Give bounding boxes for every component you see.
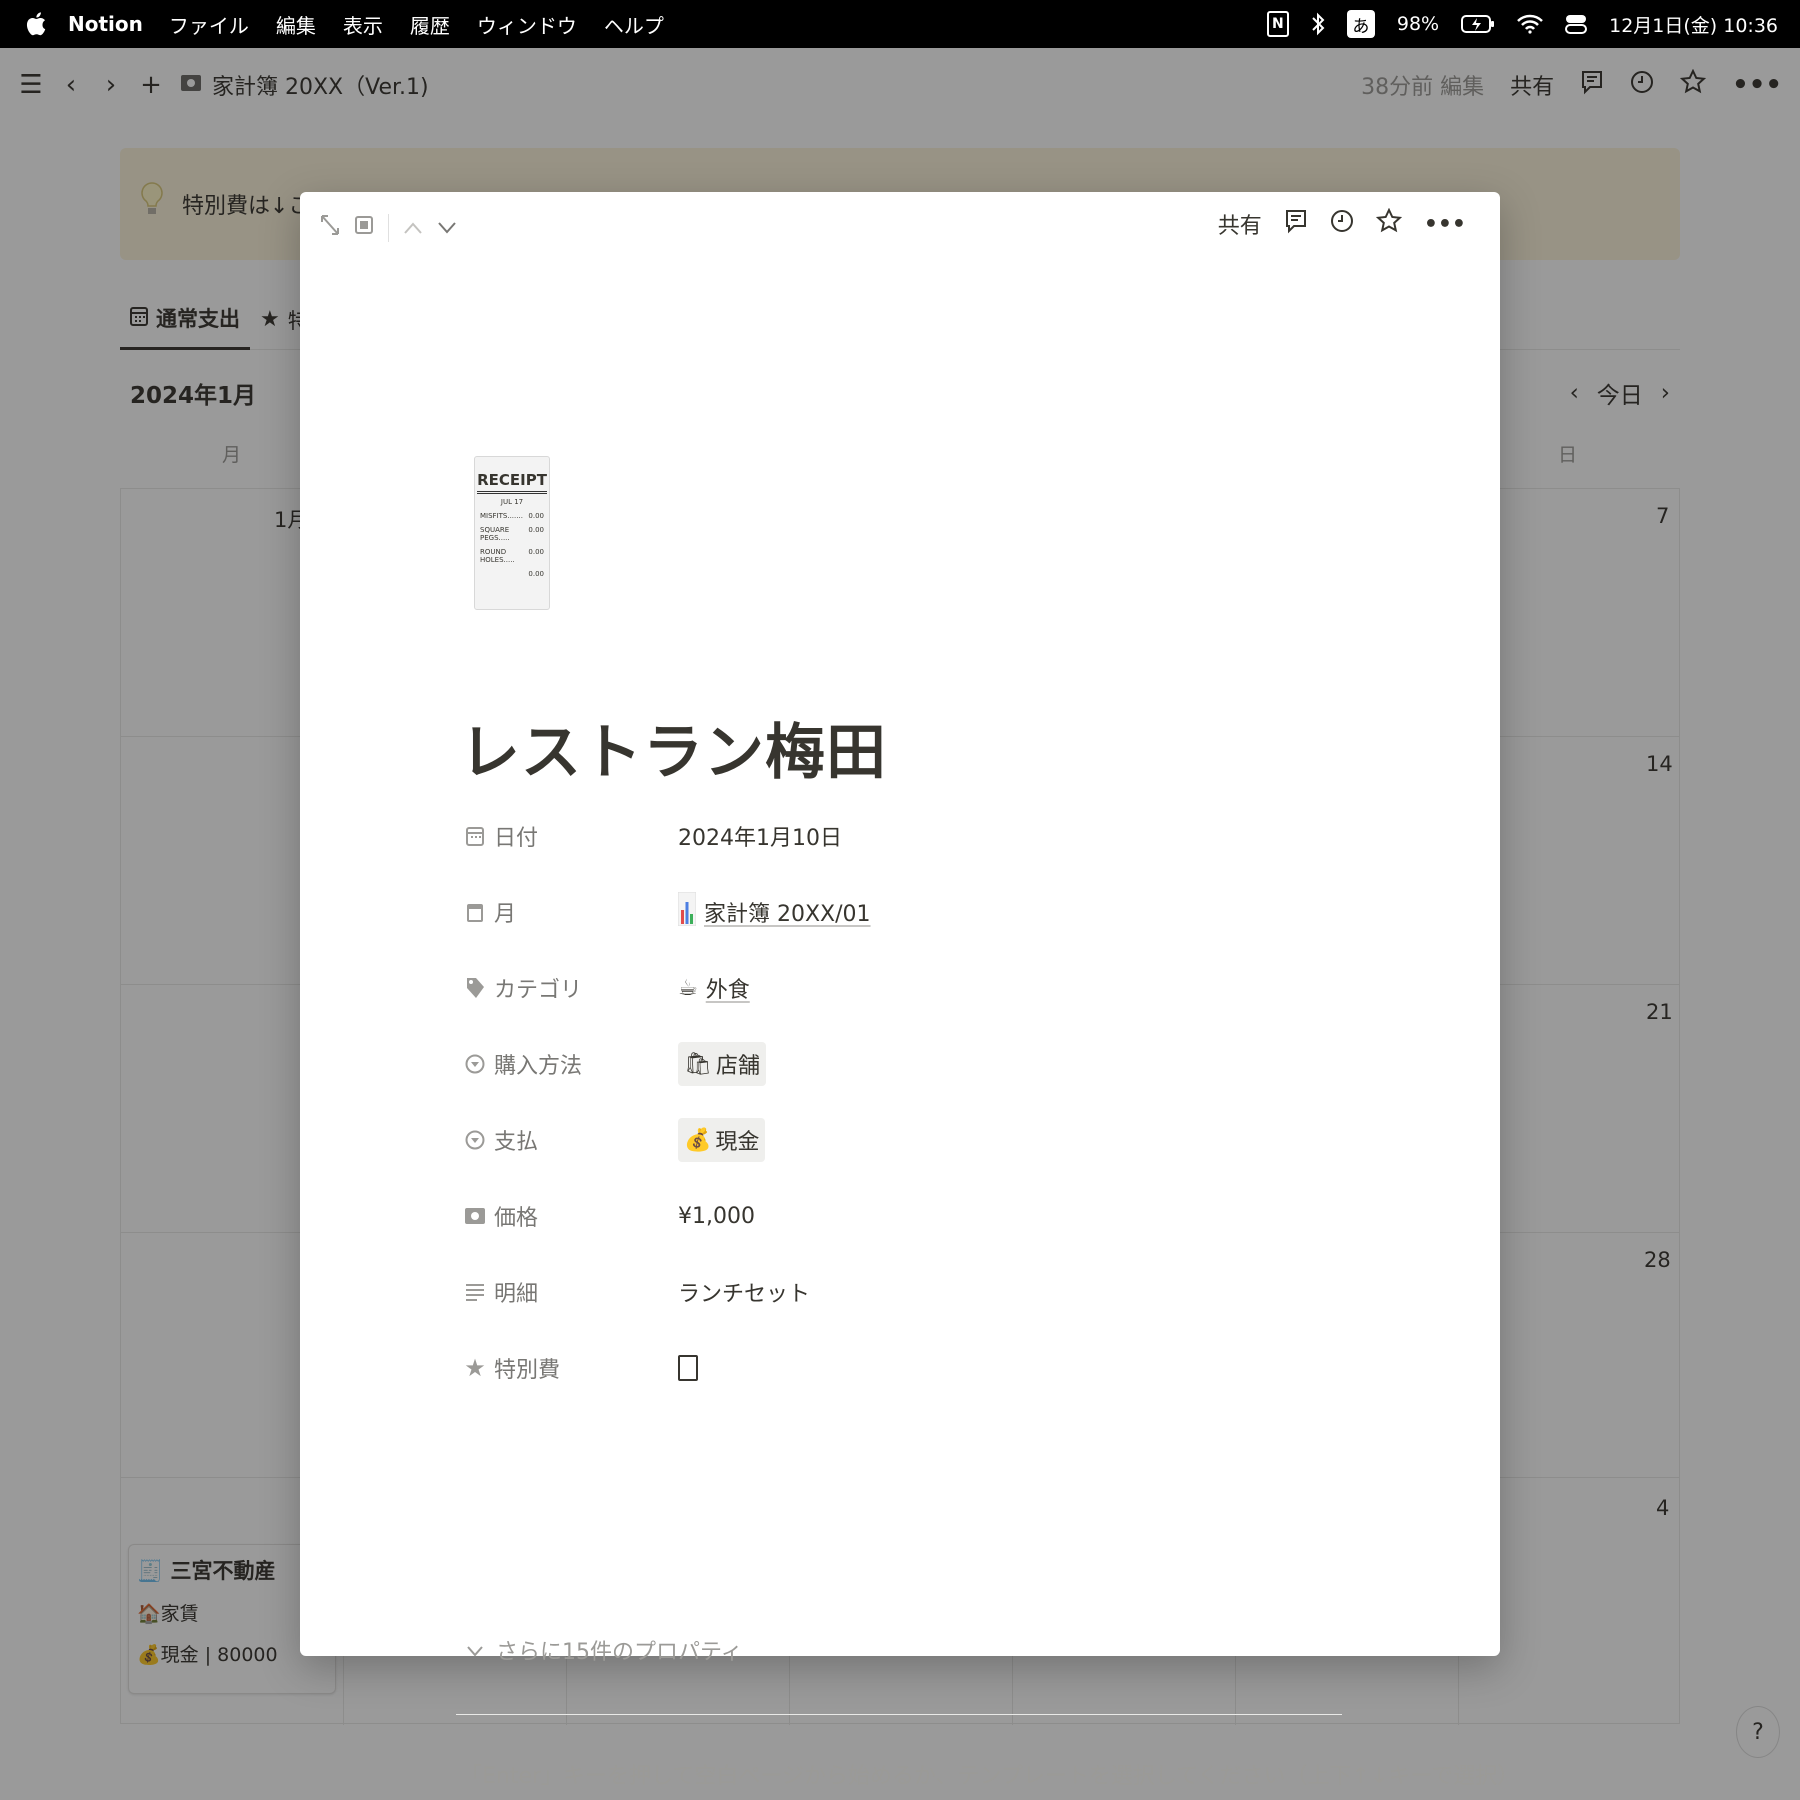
template-hint[interactable]: 「Enter」キーを押して空白ページから始めるか、テンプレートを選択してください…: [460, 1758, 1519, 1790]
bluetooth-icon[interactable]: [1311, 12, 1325, 36]
money-bag-icon: 💰: [684, 1127, 712, 1153]
special-checkbox[interactable]: [678, 1355, 698, 1381]
history-icon[interactable]: [1330, 209, 1354, 239]
menu-help[interactable]: ヘルプ: [604, 10, 664, 39]
menu-history[interactable]: 履歴: [410, 10, 450, 39]
select-icon: [464, 1129, 486, 1151]
property-purchase-method[interactable]: 購入方法 🛍 店舗: [464, 1026, 1364, 1102]
page-title[interactable]: レストラン梅田: [460, 704, 887, 791]
property-name: 購入方法: [494, 1054, 583, 1079]
property-payment[interactable]: 支払 💰 現金: [464, 1102, 1364, 1178]
more-options-icon[interactable]: •••: [1424, 212, 1466, 237]
relation-link[interactable]: 外食: [706, 972, 750, 1004]
shopping-bag-icon: 🛍: [684, 1051, 712, 1077]
tag-label: 店舗: [715, 1054, 760, 1079]
status-area: N あ 98% 12月1日(金) 10:36: [1266, 0, 1778, 48]
property-name: 特別費: [494, 1358, 561, 1383]
property-list: 日付 2024年1月10日 月 家計簿 20XX/01 カテゴリ ☕ 外食 購入…: [464, 798, 1364, 1406]
property-value[interactable]: ¥1,000: [678, 1204, 755, 1229]
property-category[interactable]: カテゴリ ☕ 外食: [464, 950, 1364, 1026]
property-name: 日付: [494, 826, 539, 851]
menu-window[interactable]: ウィンドウ: [477, 10, 577, 39]
property-name: 価格: [494, 1206, 539, 1231]
receipt-line-amount: 0.00: [528, 526, 544, 534]
menu-view[interactable]: 表示: [343, 10, 383, 39]
app-menu-notion[interactable]: Notion: [68, 12, 143, 36]
select-tag[interactable]: 🛍 店舗: [678, 1042, 766, 1086]
wifi-icon[interactable]: [1517, 14, 1543, 34]
notion-status-icon[interactable]: N: [1266, 11, 1289, 37]
money-icon: [464, 1205, 486, 1227]
receipt-line-label: ROUND HOLES.....: [480, 548, 515, 564]
receipt-line-amount: 0.00: [528, 570, 544, 578]
expand-icon[interactable]: [320, 214, 340, 242]
property-price[interactable]: 価格 ¥1,000: [464, 1178, 1364, 1254]
comments-icon[interactable]: [1284, 208, 1308, 240]
menu-clock[interactable]: 12月1日(金) 10:36: [1609, 11, 1778, 38]
property-name: 明細: [494, 1282, 539, 1307]
tag-label: 現金: [715, 1130, 760, 1155]
battery-percent: 98%: [1396, 13, 1440, 35]
menu-bar: Notion ファイル 編集 表示 履歴 ウィンドウ ヘルプ N あ 98% 1…: [0, 0, 1800, 48]
menu-edit[interactable]: 編集: [276, 10, 316, 39]
prev-item-icon[interactable]: [403, 216, 423, 241]
receipt-heading: RECEIPT: [477, 471, 547, 494]
property-detail[interactable]: 明細 ランチセット: [464, 1254, 1364, 1330]
page-peek-modal: 共有 ••• RECEIPT JUL 17 MISFITS....... 0.00…: [300, 192, 1519, 1789]
receipt-date: JUL 17: [500, 498, 524, 506]
select-icon: [464, 1053, 486, 1075]
apple-icon[interactable]: [22, 10, 50, 38]
text-lines-icon: [464, 1281, 486, 1303]
next-item-icon[interactable]: [437, 216, 457, 241]
tag-icon: [464, 977, 486, 999]
receipt-line-label: MISFITS.......: [480, 512, 523, 520]
peek-mode-icon[interactable]: [354, 215, 374, 241]
receipt-page-icon[interactable]: RECEIPT JUL 17 MISFITS....... 0.00 SQUARE…: [474, 456, 550, 610]
property-value[interactable]: 2024年1月10日: [678, 820, 842, 852]
control-center-icon[interactable]: [1565, 13, 1588, 35]
battery-icon[interactable]: [1461, 14, 1495, 34]
favorite-star-icon[interactable]: [1375, 207, 1402, 240]
input-method-indicator[interactable]: あ: [1346, 10, 1375, 38]
modal-share-button[interactable]: 共有: [1218, 208, 1262, 240]
property-name: カテゴリ: [494, 978, 583, 1003]
property-special[interactable]: ★ 特別費: [464, 1330, 1364, 1406]
property-date[interactable]: 日付 2024年1月10日: [464, 798, 1364, 874]
property-month[interactable]: 月 家計簿 20XX/01: [464, 874, 1364, 950]
more-properties-label: さらに15件のプロパティ: [496, 1640, 743, 1665]
receipt-line-amount: 0.00: [528, 512, 544, 520]
chevron-down-icon: [466, 1638, 484, 1663]
receipt-line-label: SQUARE PEGS.....: [480, 526, 510, 542]
divider: [456, 1714, 1342, 1715]
property-name: 月: [494, 902, 517, 927]
bar-chart-icon: [677, 891, 697, 932]
calendar-icon: [464, 825, 486, 847]
property-value[interactable]: ランチセット: [678, 1276, 810, 1308]
calendar-page-icon: [464, 901, 486, 923]
more-properties-toggle[interactable]: さらに15件のプロパティ: [466, 1634, 743, 1666]
receipt-line-amount: 0.00: [528, 548, 544, 556]
select-tag[interactable]: 💰 現金: [678, 1118, 766, 1162]
coffee-icon: ☕: [678, 975, 698, 1001]
menu-file[interactable]: ファイル: [169, 10, 249, 39]
relation-link[interactable]: 家計簿 20XX/01: [704, 896, 871, 928]
property-name: 支払: [494, 1130, 539, 1155]
star-icon: ★: [464, 1354, 486, 1382]
